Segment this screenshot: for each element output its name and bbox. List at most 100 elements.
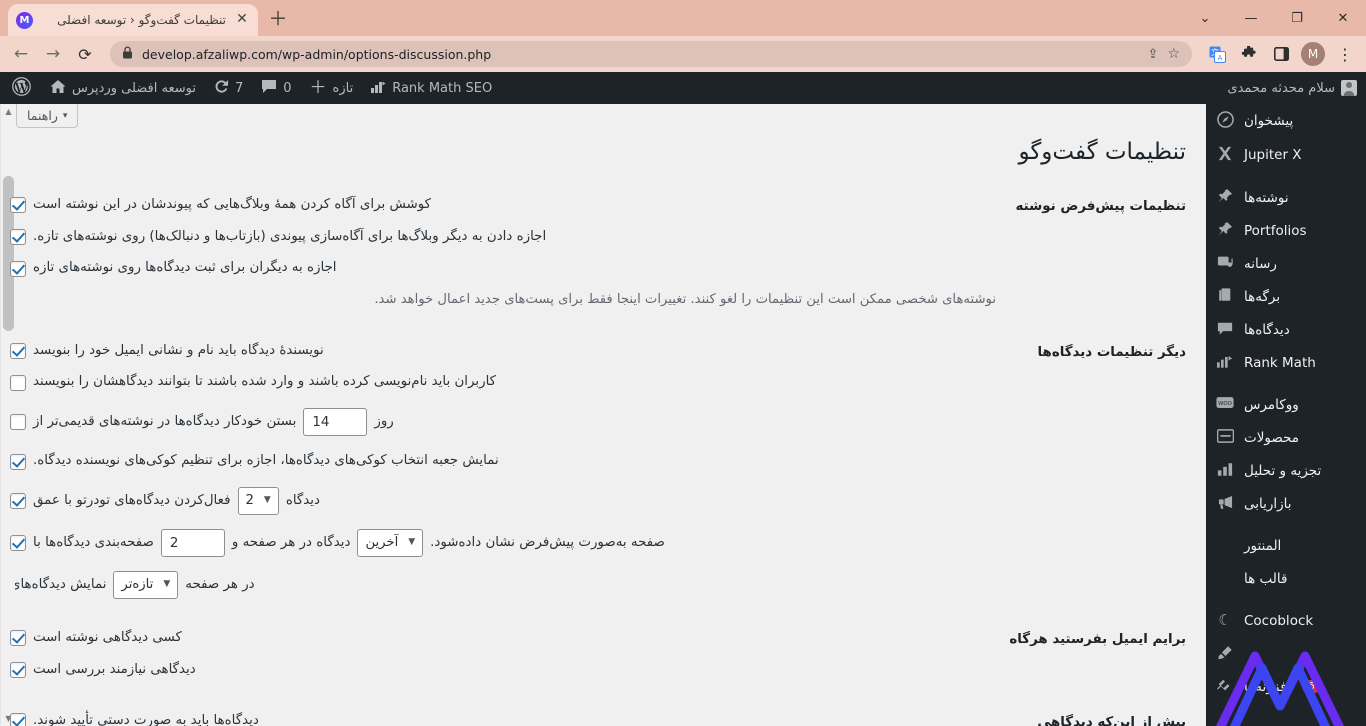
bookmark-star-icon[interactable]: ☆	[1167, 46, 1180, 62]
address-bar[interactable]: develop.afzaliwp.com/wp-admin/options-di…	[110, 41, 1192, 67]
admin-bar-site-name[interactable]: توسعه افضلی وردپرس	[41, 72, 205, 104]
browser-window: M تنظیمات گفت‌وگو ‹ توسعه افضلی ✕ ＋ ⌄ — …	[0, 0, 1366, 726]
tab-title: تنظیمات گفت‌وگو ‹ توسعه افضلی	[57, 13, 226, 27]
section-other-comment-settings: دیگر تنظیمات دیدگاه‌ها نویسندهٔ دیدگاه ب…	[0, 326, 1206, 613]
sidebar-item-label: Jupiter X	[1244, 147, 1302, 163]
avatar	[1341, 80, 1357, 96]
back-icon[interactable]: ←	[6, 39, 36, 69]
comments-per-page-input[interactable]	[160, 529, 225, 558]
close-comments-suffix-label: روز	[374, 413, 394, 429]
checkbox-email-moderation[interactable]	[10, 662, 26, 679]
sidebar-item-label: ووکامرس	[1244, 396, 1299, 413]
section-default-article-settings: تنظیمات پیش‌فرض نوشته کوشش برای آگاه کرد…	[0, 180, 1206, 326]
translate-icon[interactable]: 文 A	[1202, 39, 1232, 69]
share-icon[interactable]: ⇪	[1148, 47, 1159, 62]
admin-bar-updates[interactable]: 7	[205, 72, 252, 104]
sidebar-item-elementor[interactable]: المنتور	[1206, 529, 1366, 562]
checkbox-show-cookies-optin[interactable]	[10, 453, 26, 470]
sidebar-item-products[interactable]: محصولات	[1206, 421, 1366, 454]
home-icon	[50, 79, 66, 97]
threaded-depth-value: 2	[245, 492, 254, 508]
checkbox-email-new-comment[interactable]	[10, 630, 26, 647]
checkbox-paginate-comments[interactable]	[10, 535, 26, 552]
side-panel-icon[interactable]	[1266, 39, 1296, 69]
admin-bar-howdy[interactable]: سلام محدثه محمدی	[1218, 72, 1366, 104]
admin-bar-wp-logo[interactable]	[0, 72, 41, 104]
chevron-down-icon: ▼	[408, 537, 416, 548]
sidebar-item-label: Cocoblock	[1244, 612, 1314, 629]
sidebar-item-cocoblock[interactable]: Cocoblock ☾	[1206, 604, 1366, 637]
sidebar-item-plugins[interactable]: 6 افزونه‌ها	[1206, 670, 1366, 703]
products-icon	[1214, 429, 1236, 446]
checkbox-manual-approval[interactable]	[10, 712, 26, 726]
option-label: دیدگاهی نیازمند بررسی است	[33, 661, 196, 677]
sidebar-item-label: بازاریابی	[1244, 495, 1292, 512]
paginate-prefix-label: صفحه‌بندی دیدگاه‌ها با	[33, 534, 154, 550]
profile-avatar[interactable]: M	[1301, 42, 1325, 66]
window-controls: ⌄ — ❐ ✕	[1182, 0, 1366, 36]
new-tab-button[interactable]: ＋	[264, 6, 292, 34]
help-tab-button[interactable]: ▾ راهنما	[16, 104, 79, 128]
minimize-icon[interactable]: —	[1228, 0, 1274, 36]
checkbox-threaded-comments[interactable]	[10, 493, 26, 510]
option-label: دیدگاه‌ها باید به صورت دستی تأیید شوند.	[33, 712, 259, 726]
sidebar-item-portfolios[interactable]: Portfolios	[1206, 214, 1366, 247]
sidebar-item-dashboard[interactable]: پیشخوان	[1206, 104, 1366, 138]
checkbox-require-registration[interactable]	[10, 374, 26, 391]
admin-body: پیشخوان Jupiter X	[0, 104, 1366, 726]
sidebar-item-comments[interactable]: دیدگاه‌ها	[1206, 313, 1366, 346]
sidebar-item-pages[interactable]: برگه‌ها	[1206, 280, 1366, 313]
admin-sidebar-menu: پیشخوان Jupiter X	[1206, 104, 1366, 726]
threaded-depth-select[interactable]: ▼ 2	[237, 487, 279, 516]
sidebar-item-templates[interactable]: قالب ها	[1206, 562, 1366, 595]
option-row-allow-comments: اجازه به دیگران برای ثبت دیدگاه‌ها روی ن…	[10, 257, 996, 280]
menu-separator	[1206, 172, 1366, 181]
maximize-icon[interactable]: ❐	[1274, 0, 1320, 36]
admin-bar-new-content[interactable]: تازه ＋	[301, 72, 363, 104]
admin-bar-comments[interactable]: 0	[252, 72, 300, 104]
paginate-page-display-select[interactable]: ▼ آخرین	[357, 529, 424, 558]
chevron-down-icon[interactable]: ⌄	[1182, 0, 1228, 36]
window-close-icon[interactable]: ✕	[1320, 0, 1366, 36]
sidebar-item-label: محصولات	[1244, 429, 1300, 446]
reload-icon[interactable]: ⟳	[70, 39, 100, 69]
comment-order-value: تازه‌تر	[121, 576, 154, 592]
checkbox-require-name-email[interactable]	[10, 343, 26, 360]
help-tab-container: ▾ راهنما	[0, 104, 1206, 132]
checkbox-allow-pingbacks[interactable]	[10, 229, 26, 246]
extensions-puzzle-icon[interactable]	[1234, 39, 1264, 69]
threaded-suffix-label: دیدگاه	[285, 492, 321, 508]
site-name-label: توسعه افضلی وردپرس	[72, 80, 196, 96]
howdy-label: سلام محدثه محمدی	[1227, 80, 1335, 96]
browser-toolbar: ← → ⟳ develop.afzaliwp.com/wp-admin/opti…	[0, 36, 1366, 72]
sidebar-item-jupiterx[interactable]: Jupiter X	[1206, 138, 1366, 172]
comment-order-select[interactable]: ▼ تازه‌تر	[113, 571, 179, 600]
sidebar-item-rankmath[interactable]: Rank Math	[1206, 346, 1366, 379]
sidebar-item-marketing[interactable]: بازاریابی	[1206, 487, 1366, 520]
close-icon[interactable]: ✕	[234, 12, 250, 28]
sidebar-item-appearance[interactable]: نمایش	[1206, 637, 1366, 670]
forward-icon[interactable]: →	[38, 39, 68, 69]
menu-separator	[1206, 379, 1366, 388]
sidebar-item-woocommerce[interactable]: ووکامرس WOO	[1206, 388, 1366, 421]
section-heading: دیگر تنظیمات دیدگاه‌ها	[1037, 344, 1186, 360]
checkbox-allow-comments[interactable]	[10, 260, 26, 277]
sidebar-item-posts[interactable]: نوشته‌ها	[1206, 181, 1366, 214]
updates-icon	[214, 79, 229, 97]
comment-order-prefix-label: نمایش دیدگاه‌های	[10, 576, 107, 592]
sidebar-item-label: Portfolios	[1244, 222, 1307, 239]
checkbox-pingback-attempt[interactable]	[10, 197, 26, 214]
sidebar-item-analytics[interactable]: تجزیه و تحلیل	[1206, 454, 1366, 487]
sidebar-item-media[interactable]: رسانه	[1206, 247, 1366, 280]
admin-bar-rankmath[interactable]: Rank Math SEO	[362, 72, 501, 104]
sidebar-item-label: Rank Math	[1244, 354, 1316, 371]
moon-icon: ☾	[1218, 611, 1232, 629]
browser-menu-icon[interactable]: ⋮	[1330, 39, 1360, 69]
browser-tab[interactable]: M تنظیمات گفت‌وگو ‹ توسعه افضلی ✕	[8, 4, 258, 36]
option-row-close-comments: روز بستن خودکار دیدگاه‌ها در نوشته‌های ق…	[10, 408, 996, 437]
url-text: develop.afzaliwp.com/wp-admin/options-di…	[142, 46, 492, 62]
close-comments-days-input[interactable]	[303, 408, 368, 437]
checkbox-close-comments[interactable]	[10, 414, 26, 431]
sidebar-item-label: قالب ها	[1244, 570, 1288, 587]
option-row-email-moderation: دیدگاهی نیازمند بررسی است	[10, 659, 996, 682]
